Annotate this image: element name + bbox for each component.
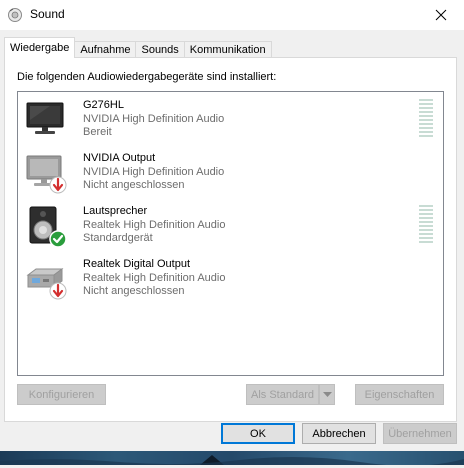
unplugged-badge-icon [49,282,67,300]
level-meter [419,99,433,139]
tab-aufnahme[interactable]: Aufnahme [74,41,137,58]
device-item-lautsprecher[interactable]: Lautsprecher Realtek High Definition Aud… [22,202,437,254]
device-item-g276hl[interactable]: G276HL NVIDIA High Definition Audio Bere… [22,96,437,148]
cancel-button[interactable]: Abbrechen [302,423,376,444]
window-title: Sound [30,7,65,21]
sound-app-icon [7,7,23,23]
desktop-background [0,451,464,466]
level-meter [419,205,433,245]
tab-wiedergabe[interactable]: Wiedergabe [4,37,76,58]
device-status: Standardgerät [83,232,153,244]
window-body: Wiedergabe Aufnahme Sounds Kommunikation… [0,30,464,451]
device-status: Bereit [83,126,112,138]
device-name: Lautsprecher [83,205,148,217]
playback-panel: Die folgenden Audiowiedergabegeräte sind… [4,57,457,422]
digital-output-icon [24,257,68,303]
device-driver: NVIDIA High Definition Audio [83,113,225,125]
close-button[interactable] [418,0,464,30]
device-item-realtek-digital-output[interactable]: Realtek Digital Output Realtek High Defi… [22,255,437,307]
device-name: NVIDIA Output [83,152,156,164]
device-driver: Realtek High Definition Audio [83,272,226,284]
unplugged-badge-icon [49,176,67,194]
close-icon [435,9,447,21]
monitor-icon [24,151,68,197]
default-check-badge-icon [49,230,67,248]
configure-button[interactable]: Konfigurieren [17,384,106,405]
device-item-nvidia-output[interactable]: NVIDIA Output NVIDIA High Definition Aud… [22,149,437,201]
title-bar: Sound [0,0,464,30]
device-name: G276HL [83,99,124,111]
tab-label: Wiedergabe [10,42,70,54]
properties-button[interactable]: Eigenschaften [355,384,444,405]
set-default-button[interactable]: Als Standard [246,384,319,405]
tab-label: Aufnahme [80,44,131,56]
tab-strip: Wiedergabe Aufnahme Sounds Kommunikation [4,37,272,58]
tab-label: Sounds [141,44,179,56]
device-status: Nicht angeschlossen [83,285,185,297]
device-list[interactable]: G276HL NVIDIA High Definition Audio Bere… [17,91,444,376]
apply-button[interactable]: Übernehmen [383,423,457,444]
device-driver: Realtek High Definition Audio [83,219,226,231]
set-default-dropdown[interactable] [319,384,335,405]
panel-heading: Die folgenden Audiowiedergabegeräte sind… [17,71,277,83]
chevron-down-icon [322,391,332,397]
tab-kommunikation[interactable]: Kommunikation [183,41,272,58]
monitor-icon [24,98,68,144]
speaker-icon [24,204,68,250]
device-driver: NVIDIA High Definition Audio [83,166,225,178]
device-name: Realtek Digital Output [83,258,190,270]
tab-label: Kommunikation [189,44,266,56]
tab-sounds[interactable]: Sounds [135,41,185,58]
device-status: Nicht angeschlossen [83,179,185,191]
ok-button[interactable]: OK [221,423,295,444]
